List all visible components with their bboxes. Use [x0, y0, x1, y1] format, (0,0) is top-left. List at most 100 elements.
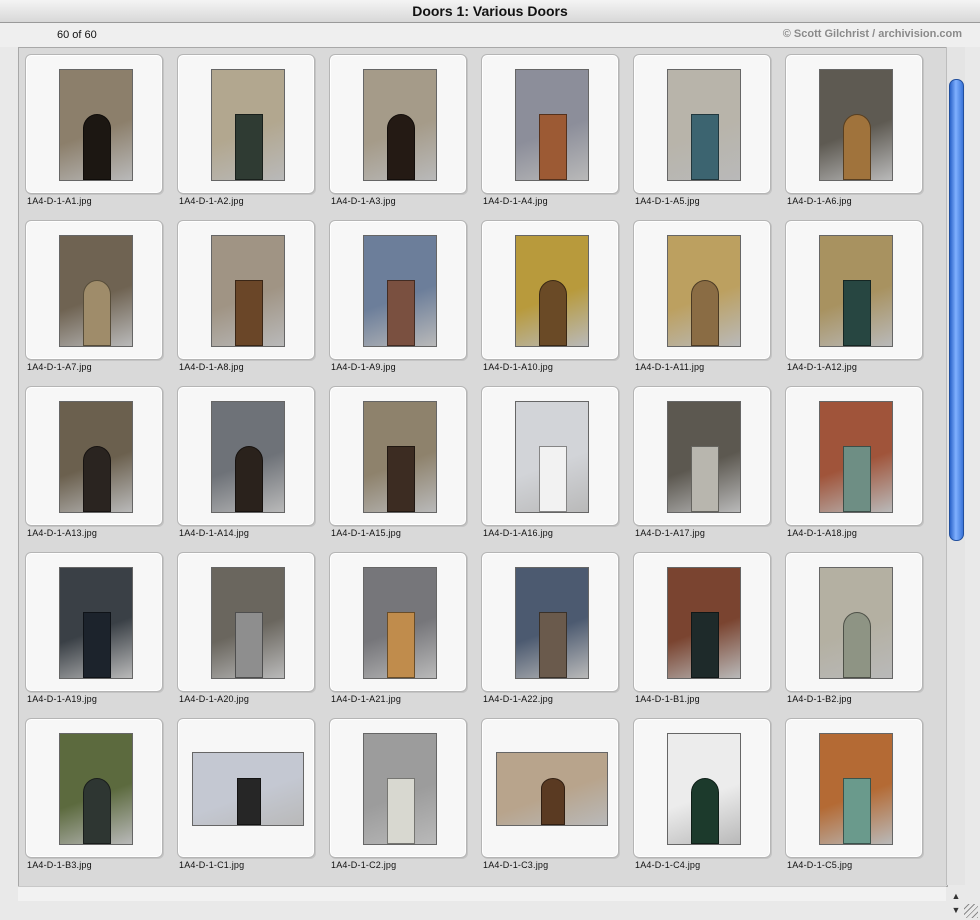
- thumbnail-item[interactable]: 1A4-D-1-C3.jpg: [481, 718, 629, 884]
- thumbnail-frame[interactable]: [329, 552, 467, 692]
- thumbnail-image[interactable]: [667, 567, 741, 679]
- thumbnail-image[interactable]: [59, 567, 133, 679]
- thumbnail-image[interactable]: [819, 235, 893, 347]
- thumbnail-item[interactable]: 1A4-D-1-C5.jpg: [785, 718, 933, 884]
- thumbnail-image[interactable]: [59, 69, 133, 181]
- thumbnail-item[interactable]: 1A4-D-1-A14.jpg: [177, 386, 325, 552]
- scroll-up-arrow-icon[interactable]: ▲: [950, 891, 962, 905]
- thumbnail-frame[interactable]: [25, 54, 163, 194]
- thumbnail-image[interactable]: [819, 401, 893, 513]
- thumbnail-item[interactable]: 1A4-D-1-A5.jpg: [633, 54, 781, 220]
- thumbnail-image[interactable]: [515, 567, 589, 679]
- thumbnail-item[interactable]: 1A4-D-1-A12.jpg: [785, 220, 933, 386]
- thumbnail-item[interactable]: 1A4-D-1-A16.jpg: [481, 386, 629, 552]
- thumbnail-image[interactable]: [667, 733, 741, 845]
- thumbnail-image[interactable]: [363, 401, 437, 513]
- thumbnail-image[interactable]: [211, 401, 285, 513]
- scroll-thumb[interactable]: [949, 79, 964, 541]
- thumbnail-item[interactable]: 1A4-D-1-A8.jpg: [177, 220, 325, 386]
- thumbnail-image[interactable]: [667, 69, 741, 181]
- thumbnail-image[interactable]: [515, 401, 589, 513]
- thumbnail-item[interactable]: 1A4-D-1-A19.jpg: [25, 552, 173, 718]
- thumbnail-item[interactable]: 1A4-D-1-A13.jpg: [25, 386, 173, 552]
- thumbnail-item[interactable]: 1A4-D-1-A21.jpg: [329, 552, 477, 718]
- thumbnail-frame[interactable]: [25, 386, 163, 526]
- thumbnail-frame[interactable]: [481, 386, 619, 526]
- thumbnail-image[interactable]: [819, 733, 893, 845]
- thumbnail-image[interactable]: [819, 567, 893, 679]
- thumbnail-image[interactable]: [496, 752, 608, 826]
- thumbnail-item[interactable]: 1A4-D-1-A4.jpg: [481, 54, 629, 220]
- thumbnail-frame[interactable]: [329, 718, 467, 858]
- thumbnail-item[interactable]: 1A4-D-1-A18.jpg: [785, 386, 933, 552]
- thumbnail-image[interactable]: [667, 235, 741, 347]
- thumbnail-frame[interactable]: [481, 54, 619, 194]
- vertical-scrollbar[interactable]: ▲ ▼: [946, 47, 965, 915]
- thumbnail-item[interactable]: 1A4-D-1-A1.jpg: [25, 54, 173, 220]
- thumbnail-image[interactable]: [211, 69, 285, 181]
- thumbnail-frame[interactable]: [329, 386, 467, 526]
- thumbnail-item[interactable]: 1A4-D-1-B1.jpg: [633, 552, 781, 718]
- thumbnail-frame[interactable]: [25, 718, 163, 858]
- thumbnail-image[interactable]: [363, 69, 437, 181]
- thumbnail-image[interactable]: [211, 235, 285, 347]
- thumbnail-item[interactable]: 1A4-D-1-A3.jpg: [329, 54, 477, 220]
- window-titlebar[interactable]: Doors 1: Various Doors: [0, 0, 980, 23]
- thumbnail-frame[interactable]: [177, 718, 315, 858]
- thumbnail-item[interactable]: 1A4-D-1-A10.jpg: [481, 220, 629, 386]
- thumbnail-frame[interactable]: [329, 54, 467, 194]
- thumbnail-frame[interactable]: [785, 552, 923, 692]
- thumbnail-item[interactable]: 1A4-D-1-A9.jpg: [329, 220, 477, 386]
- thumbnail-item[interactable]: 1A4-D-1-A20.jpg: [177, 552, 325, 718]
- thumbnail-frame[interactable]: [329, 220, 467, 360]
- thumbnail-item[interactable]: 1A4-D-1-A2.jpg: [177, 54, 325, 220]
- thumbnail-image[interactable]: [515, 235, 589, 347]
- thumbnail-frame[interactable]: [177, 386, 315, 526]
- thumbnail-image[interactable]: [59, 401, 133, 513]
- thumbnail-frame[interactable]: [633, 386, 771, 526]
- thumbnail-frame[interactable]: [633, 220, 771, 360]
- thumbnail-frame[interactable]: [785, 54, 923, 194]
- thumbnail-frame[interactable]: [633, 54, 771, 194]
- thumbnail-frame[interactable]: [633, 552, 771, 692]
- thumbnail-item[interactable]: 1A4-D-1-A15.jpg: [329, 386, 477, 552]
- thumbnail-frame[interactable]: [785, 220, 923, 360]
- thumbnail-frame[interactable]: [177, 552, 315, 692]
- thumbnail-pane[interactable]: 1A4-D-1-A1.jpg 1A4-D-1-A2.jpg 1A4-D-1-A3.j…: [18, 47, 948, 887]
- thumbnail-frame[interactable]: [785, 386, 923, 526]
- thumbnail-image[interactable]: [192, 752, 304, 826]
- thumbnail-item[interactable]: 1A4-D-1-A7.jpg: [25, 220, 173, 386]
- thumbnail-image[interactable]: [363, 235, 437, 347]
- resize-grip-icon[interactable]: [964, 904, 978, 918]
- door-shape: [691, 612, 719, 678]
- thumbnail-frame[interactable]: [481, 220, 619, 360]
- thumbnail-image[interactable]: [59, 733, 133, 845]
- thumbnail-image[interactable]: [515, 69, 589, 181]
- thumbnail-frame[interactable]: [481, 552, 619, 692]
- thumbnail-image[interactable]: [211, 567, 285, 679]
- thumbnail-item[interactable]: 1A4-D-1-C4.jpg: [633, 718, 781, 884]
- thumbnail-item[interactable]: 1A4-D-1-B2.jpg: [785, 552, 933, 718]
- thumbnail-filename: 1A4-D-1-A1.jpg: [27, 196, 92, 206]
- thumbnail-image[interactable]: [59, 235, 133, 347]
- thumbnail-item[interactable]: 1A4-D-1-A11.jpg: [633, 220, 781, 386]
- thumbnail-frame[interactable]: [25, 220, 163, 360]
- thumbnail-item[interactable]: 1A4-D-1-C1.jpg: [177, 718, 325, 884]
- thumbnail-item[interactable]: 1A4-D-1-A22.jpg: [481, 552, 629, 718]
- thumbnail-image[interactable]: [819, 69, 893, 181]
- thumbnail-image[interactable]: [667, 401, 741, 513]
- thumbnail-frame[interactable]: [25, 552, 163, 692]
- thumbnail-item[interactable]: 1A4-D-1-C2.jpg: [329, 718, 477, 884]
- thumbnail-image[interactable]: [363, 567, 437, 679]
- thumbnail-item[interactable]: 1A4-D-1-B3.jpg: [25, 718, 173, 884]
- thumbnail-image[interactable]: [363, 733, 437, 845]
- thumbnail-item[interactable]: 1A4-D-1-A17.jpg: [633, 386, 781, 552]
- thumbnail-frame[interactable]: [633, 718, 771, 858]
- thumbnail-frame[interactable]: [481, 718, 619, 858]
- thumbnail-frame[interactable]: [177, 54, 315, 194]
- thumbnail-frame[interactable]: [785, 718, 923, 858]
- door-shape: [83, 778, 111, 844]
- thumbnail-frame[interactable]: [177, 220, 315, 360]
- thumbnail-item[interactable]: 1A4-D-1-A6.jpg: [785, 54, 933, 220]
- scroll-down-arrow-icon[interactable]: ▼: [950, 905, 962, 919]
